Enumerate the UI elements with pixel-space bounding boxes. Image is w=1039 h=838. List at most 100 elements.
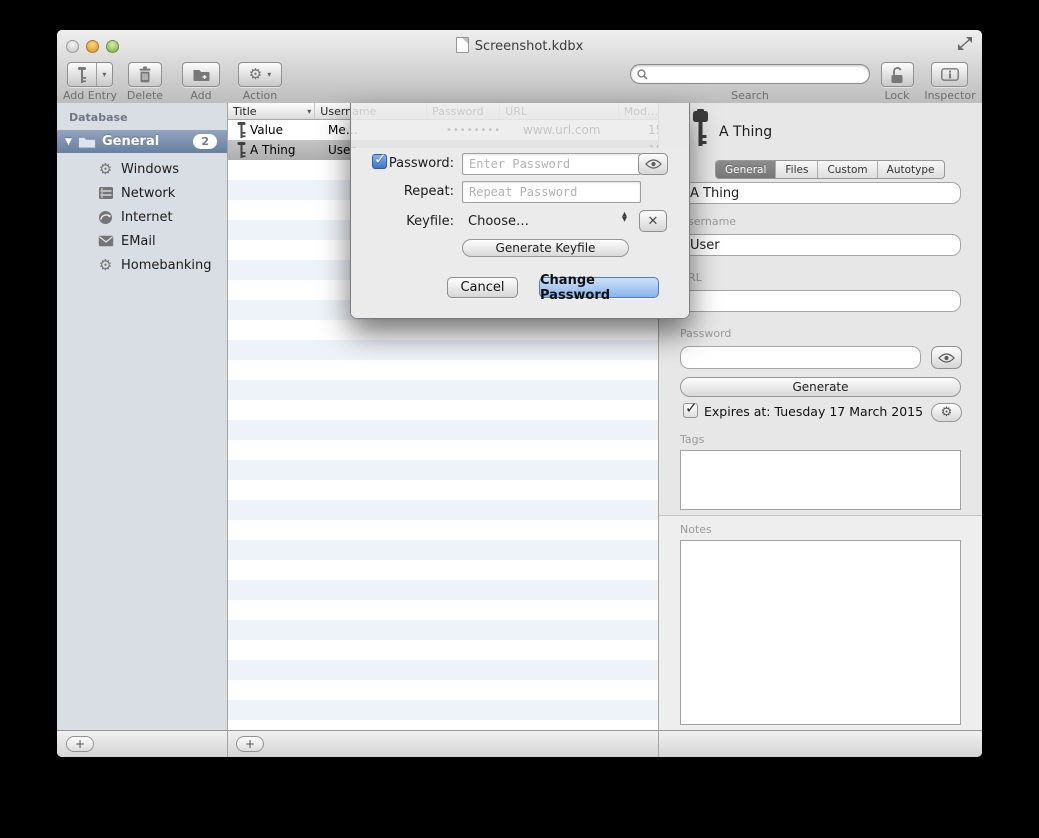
sidebar-item-windows[interactable]: ⚙ Windows	[57, 157, 227, 181]
key-icon	[68, 63, 96, 86]
cell-title: A Thing	[247, 143, 328, 157]
check-icon: ✓	[685, 399, 698, 417]
add-group-button[interactable]	[182, 62, 220, 87]
generate-password-button[interactable]: Generate	[680, 377, 961, 397]
column-header-title[interactable]: Title ▾	[228, 103, 315, 119]
lock-button[interactable]	[881, 62, 914, 87]
sidebar-item-email[interactable]: EMail	[57, 229, 227, 253]
eye-icon	[645, 159, 662, 169]
sheet-password-input[interactable]	[462, 153, 641, 175]
tags-field[interactable]	[680, 450, 961, 510]
delete-button[interactable]	[128, 62, 162, 87]
sidebar-item-label: EMail	[121, 234, 156, 249]
sidebar-group-general[interactable]: ▼ General 2	[57, 130, 227, 153]
sidebar-section-header: Database	[69, 111, 128, 124]
cancel-button[interactable]: Cancel	[447, 277, 518, 298]
bottom-bar: + +	[57, 730, 982, 757]
key-icon	[236, 122, 247, 138]
action-button[interactable]: ⚙ ▾	[238, 62, 282, 87]
info-icon	[941, 68, 959, 81]
tags-label: Tags	[680, 433, 704, 446]
window-header: Screenshot.kdbx ▾ Add Entry	[57, 30, 982, 104]
sheet-password-label: Password:	[351, 156, 454, 171]
fullscreen-icon[interactable]	[957, 37, 973, 51]
server-icon	[97, 186, 114, 200]
sidebar-item-label: Homebanking	[121, 258, 211, 273]
folder-icon	[77, 134, 96, 149]
sidebar-item-label: Internet	[121, 210, 173, 225]
disclosure-triangle-icon[interactable]: ▼	[65, 137, 77, 147]
inspector-tabs: General Files Custom Autotype	[715, 160, 945, 179]
group-sidebar: Database ▼ General 2 ⚙ Windows	[57, 103, 227, 730]
notes-label: Notes	[680, 523, 712, 536]
tab-general[interactable]: General	[716, 161, 776, 178]
document-icon	[456, 37, 469, 53]
app-window: Screenshot.kdbx ▾ Add Entry	[57, 30, 982, 757]
sheet-keyfile-label: Keyfile:	[351, 214, 454, 229]
change-password-button[interactable]: Change Password	[539, 277, 659, 298]
url-field[interactable]	[680, 290, 961, 312]
inspector-label: Inspector	[921, 89, 979, 102]
window-title-text: Screenshot.kdbx	[475, 39, 584, 54]
inspector-button[interactable]	[931, 62, 968, 87]
expires-label: Expires at: Tuesday 17 March 2015	[704, 404, 923, 419]
username-field[interactable]	[680, 234, 961, 256]
clear-keyfile-button[interactable]: ✕	[639, 210, 667, 232]
eye-icon	[938, 353, 955, 363]
keyfile-stepper-icon[interactable]: ▲ ▼	[622, 212, 627, 222]
inspector-panel: A Thing General Files Custom Autotype Us…	[659, 103, 982, 730]
window-title: Screenshot.kdbx	[57, 37, 982, 54]
sidebar-item-label: Network	[121, 186, 175, 201]
search-field[interactable]	[630, 64, 870, 84]
sidebar-item-internet[interactable]: Internet	[57, 205, 227, 229]
entry-key-icon	[690, 109, 711, 147]
action-label: Action	[238, 89, 282, 102]
show-password-button[interactable]	[931, 346, 962, 369]
notes-field[interactable]	[680, 540, 961, 725]
add-entry-plus-button[interactable]: +	[236, 736, 264, 752]
close-icon: ✕	[648, 214, 659, 229]
chevron-down-icon: ▾	[97, 63, 112, 86]
sidebar-item-network[interactable]: Network	[57, 181, 227, 205]
globe-icon	[97, 210, 114, 225]
trash-icon	[137, 66, 153, 83]
gear-icon: ⚙	[249, 67, 262, 82]
gear-icon: ⚙	[97, 258, 114, 273]
search-label: Search	[630, 89, 870, 102]
sidebar-item-homebanking[interactable]: ⚙ Homebanking	[57, 253, 227, 277]
entry-count-badge: 2	[193, 134, 217, 149]
generate-keyfile-button[interactable]: Generate Keyfile	[462, 239, 629, 257]
sheet-translucent-top	[351, 103, 689, 148]
chevron-down-icon: ▾	[267, 70, 271, 79]
gear-icon: ⚙	[941, 406, 953, 419]
add-entry-button[interactable]: ▾	[67, 62, 113, 87]
lock-label: Lock	[873, 89, 921, 102]
gear-icon: ⚙	[97, 162, 114, 177]
sidebar-item-label: Windows	[121, 162, 179, 177]
entry-title-field[interactable]	[680, 182, 961, 204]
key-icon	[236, 142, 247, 158]
reveal-password-button[interactable]	[638, 153, 668, 175]
sort-indicator-icon: ▾	[307, 107, 311, 116]
expires-options-button[interactable]: ⚙	[931, 403, 962, 422]
add-group-plus-button[interactable]: +	[66, 736, 94, 752]
delete-label: Delete	[117, 89, 173, 102]
tab-autotype[interactable]: Autotype	[878, 161, 944, 178]
envelope-icon	[97, 235, 114, 247]
search-icon	[637, 69, 648, 80]
sheet-repeat-label: Repeat:	[351, 184, 454, 199]
keyfile-popup[interactable]: Choose…	[468, 214, 529, 229]
search-input[interactable]	[652, 66, 863, 82]
sidebar-divider[interactable]	[227, 103, 228, 757]
tab-files[interactable]: Files	[776, 161, 818, 178]
password-field[interactable]	[680, 346, 921, 369]
password-label: Password	[680, 327, 731, 340]
sidebar-subgroups: ⚙ Windows Network	[57, 157, 227, 277]
tab-custom[interactable]: Custom	[818, 161, 877, 178]
sheet-repeat-input[interactable]	[462, 181, 641, 203]
inspector-separator	[659, 515, 982, 516]
add-entry-label: Add Entry	[59, 89, 121, 102]
expires-checkbox[interactable]: ✓	[683, 403, 698, 418]
sidebar-group-label: General	[102, 134, 159, 149]
folder-plus-icon	[192, 67, 210, 82]
